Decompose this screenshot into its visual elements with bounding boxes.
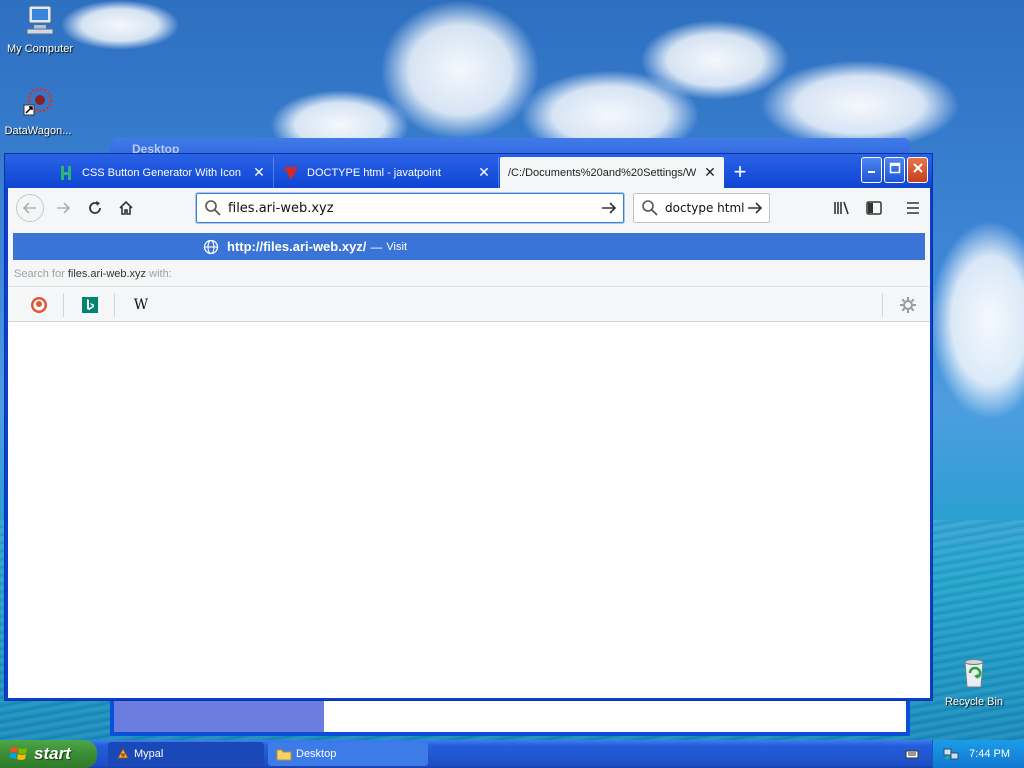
visit-suggestion-row[interactable]: http://files.ari-web.xyz/ — Visit: [13, 233, 925, 260]
taskbar-item-label: Desktop: [296, 748, 337, 760]
start-label: start: [34, 744, 71, 763]
tab-close-button[interactable]: ✕: [476, 164, 492, 181]
folder-icon: [276, 749, 292, 761]
back-arrow-icon: [22, 202, 36, 214]
maximize-button[interactable]: [884, 157, 905, 183]
url-input[interactable]: files.ari-web.xyz: [222, 201, 600, 216]
taskbar-item-label: Mypal: [134, 748, 164, 760]
wikipedia-engine-button[interactable]: W: [127, 293, 155, 317]
recycle-bin-icon: [964, 659, 984, 688]
forward-button[interactable]: [49, 194, 77, 222]
cloud: [930, 220, 1024, 420]
network-icon[interactable]: [943, 746, 959, 762]
new-tab-button[interactable]: +: [727, 160, 753, 186]
tab-css-button-generator[interactable]: CSS Button Generator With Icon ✕: [50, 157, 274, 188]
browser-window: CSS Button Generator With Icon ✕ DOCTYPE…: [4, 153, 933, 701]
reload-button[interactable]: [81, 194, 109, 222]
search-input[interactable]: doctype html: [659, 201, 746, 215]
maximize-icon: [889, 162, 900, 174]
reload-icon: [89, 201, 101, 214]
javatpoint-favicon-icon: [283, 165, 299, 181]
mypal-icon: [117, 747, 129, 759]
background-window-sidebar: [114, 698, 324, 732]
search-for-term: files.ari-web.xyz: [67, 268, 147, 280]
visit-label: Visit: [386, 240, 408, 253]
minimize-button[interactable]: [861, 157, 882, 183]
search-go-arrow-icon[interactable]: [746, 199, 764, 217]
one-off-search-engines: W: [8, 286, 930, 322]
bing-icon: [82, 297, 98, 313]
library-button[interactable]: [828, 194, 856, 222]
url-bar[interactable]: files.ari-web.xyz: [196, 193, 624, 223]
search-icon: [205, 200, 221, 216]
page-content[interactable]: [8, 322, 930, 698]
system-tray: 7:44 PM: [932, 740, 1024, 768]
minimize-icon: [867, 171, 875, 173]
desktop-icon-datawagon[interactable]: DataWagon...: [0, 85, 78, 137]
home-button[interactable]: [112, 194, 140, 222]
my-computer-icon: [26, 5, 54, 35]
cloud: [760, 60, 960, 150]
go-arrow-icon[interactable]: [600, 199, 618, 217]
search-bar[interactable]: doctype html: [633, 193, 770, 223]
tab-strip: CSS Button Generator With Icon ✕ DOCTYPE…: [5, 154, 932, 188]
search-for-prefix: Search for: [14, 268, 65, 280]
sidebar-icon: [866, 201, 882, 215]
menu-button[interactable]: [899, 194, 927, 222]
taskbar-item-desktop[interactable]: Desktop: [268, 742, 428, 766]
menu-icon: [907, 202, 919, 214]
desktop-icon-my-computer[interactable]: My Computer: [0, 3, 80, 55]
desktop-icon-label: My Computer: [6, 43, 74, 55]
keyboard-icon[interactable]: [905, 747, 919, 761]
datawagon-icon: [23, 87, 53, 116]
engine-divider: [882, 293, 883, 317]
tab-label: /C:/Documents%20and%20Settings/W: [508, 166, 697, 179]
search-settings-button[interactable]: [894, 293, 922, 317]
duckduckgo-icon: [31, 297, 47, 313]
url-autocomplete-popup: http://files.ari-web.xyz/ — Visit Search…: [8, 228, 930, 322]
search-for-suffix: with:: [149, 268, 172, 280]
visit-url: http://files.ari-web.xyz/: [227, 239, 367, 254]
sidebar-button[interactable]: [860, 194, 888, 222]
navigation-toolbar: files.ari-web.xyz doctype html: [8, 188, 930, 228]
engine-divider: [63, 293, 64, 317]
start-button[interactable]: start: [0, 740, 97, 768]
close-icon: [912, 163, 923, 173]
tab-label: CSS Button Generator With Icon: [82, 166, 241, 179]
engine-divider: [114, 293, 115, 317]
gear-icon: [900, 297, 916, 313]
search-for-text: Search for files.ari-web.xyz with:: [14, 268, 172, 280]
back-button[interactable]: [16, 194, 44, 222]
windows-logo-icon: [10, 747, 27, 760]
search-icon: [642, 200, 658, 216]
desktop-icon-label: Recycle Bin: [944, 696, 1004, 708]
taskbar-item-mypal[interactable]: Mypal: [108, 742, 264, 766]
visit-separator: —: [370, 239, 383, 254]
tab-local-file[interactable]: /C:/Documents%20and%20Settings/W ✕: [500, 157, 724, 188]
close-window-button[interactable]: [907, 157, 928, 183]
tab-close-button[interactable]: ✕: [702, 164, 718, 181]
tab-label: DOCTYPE html - javatpoint: [307, 166, 441, 179]
wikipedia-icon: W: [133, 297, 149, 313]
globe-icon: [203, 239, 219, 254]
desktop-icon-recycle-bin[interactable]: Recycle Bin: [934, 656, 1014, 708]
desktop-icon-label: DataWagon...: [4, 125, 72, 137]
h-favicon-icon: [58, 165, 74, 181]
home-icon: [119, 200, 133, 215]
duckduckgo-engine-button[interactable]: [25, 293, 53, 317]
tab-close-button[interactable]: ✕: [251, 164, 267, 181]
bing-engine-button[interactable]: [76, 293, 104, 317]
clock[interactable]: 7:44 PM: [969, 748, 1010, 760]
taskbar: start Mypal Desktop 7:44 PM: [0, 740, 1024, 768]
library-icon: [834, 201, 849, 215]
tab-doctype-javatpoint[interactable]: DOCTYPE html - javatpoint ✕: [275, 157, 499, 188]
forward-arrow-icon: [57, 202, 71, 214]
